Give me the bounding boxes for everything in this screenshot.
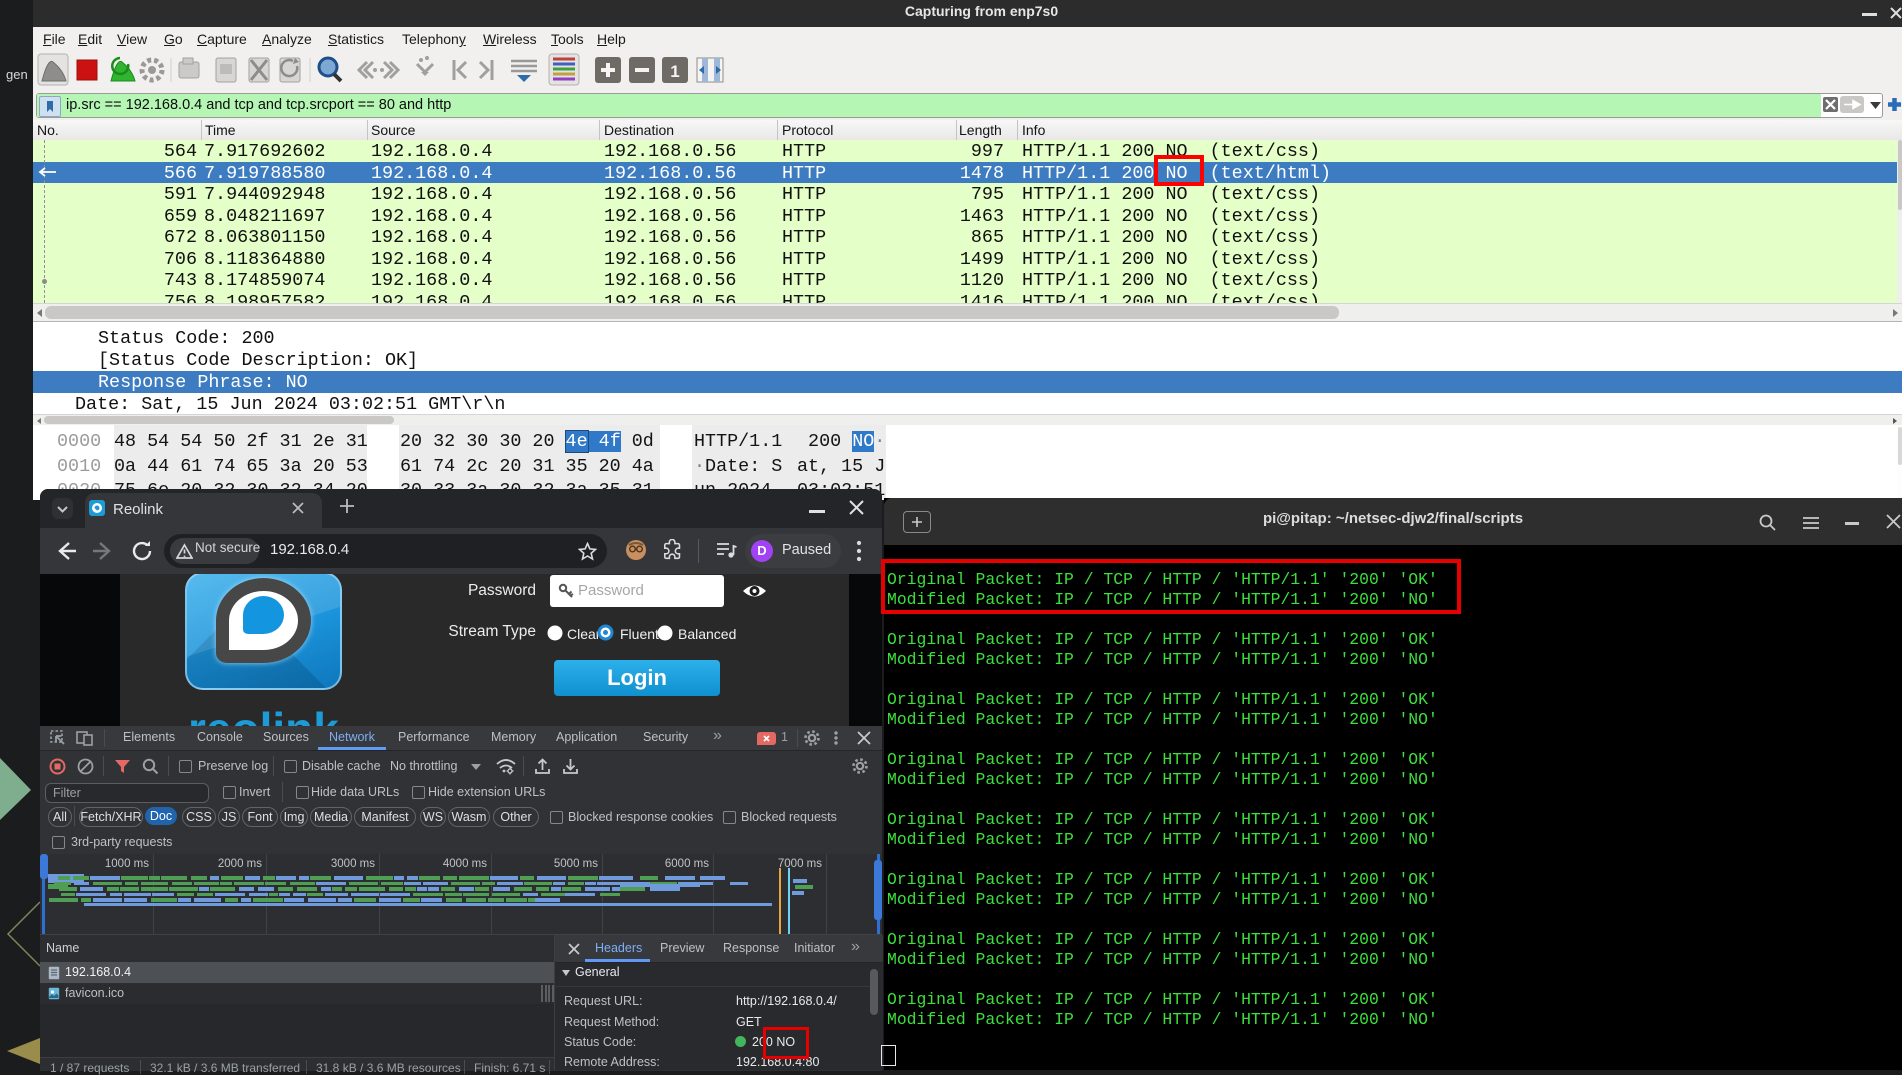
- svg-text:1: 1: [670, 62, 679, 81]
